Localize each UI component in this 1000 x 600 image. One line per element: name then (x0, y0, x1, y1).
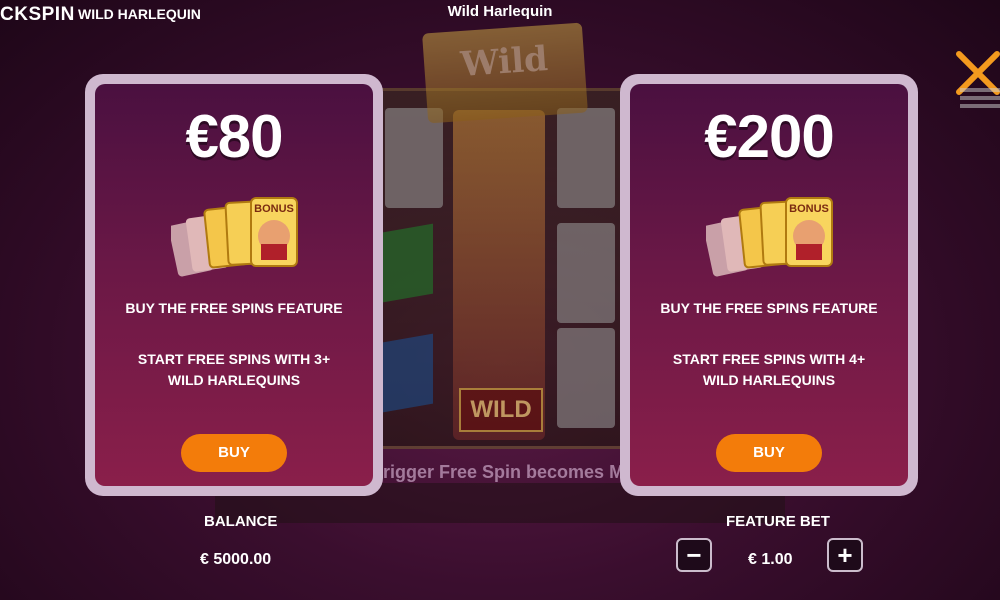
reel-symbol (557, 328, 615, 428)
offer-card-body: €80 BONUS BUY THE FREE SPINS FEATURE STA… (95, 84, 373, 486)
ticker-text: rigger Free Spin becomes M (383, 462, 625, 482)
offer-description: START FREE SPINS WITH 4+ WILD HARLEQUINS (672, 351, 866, 388)
offer-title: BUY THE FREE SPINS FEATURE (660, 300, 878, 316)
wild-label: WILD (459, 388, 543, 432)
top-bar: CKSPIN WILD HARLEQUIN Wild Harlequin (0, 0, 1000, 28)
plus-icon[interactable]: + (827, 538, 863, 572)
offer-price: €200 (704, 103, 834, 170)
reel-symbol (557, 223, 615, 323)
game-logo: Wild (422, 22, 588, 124)
green-gem-symbol (383, 223, 433, 303)
svg-text:BONUS: BONUS (254, 203, 294, 215)
page-title: Wild Harlequin (447, 3, 553, 20)
buy-button-80[interactable]: BUY (181, 434, 287, 472)
feature-bet-value: € 1.00 (748, 551, 793, 568)
feature-bet-label: FEATURE BET (726, 513, 830, 530)
balance-value: € 5000.00 (200, 551, 272, 568)
offer-price: €80 (185, 103, 283, 170)
offer-description: START FREE SPINS WITH 3+ WILD HARLEQUINS (137, 351, 331, 388)
bonus-cards-icon: BONUS (171, 197, 298, 277)
buy-button-200[interactable]: BUY (716, 434, 822, 472)
bonus-cards-icon: BONUS (706, 197, 833, 277)
balance-label: BALANCE (204, 513, 278, 530)
svg-text:BONUS: BONUS (789, 203, 829, 215)
offer-card-80: €80 BONUS BUY THE FREE SPINS FEATURE STA… (85, 74, 383, 496)
minus-icon[interactable]: − (676, 538, 712, 572)
menu-icon[interactable] (958, 80, 1000, 114)
reel-symbol (557, 108, 615, 208)
blue-gem-symbol (383, 333, 433, 413)
offer-card-body: €200 BONUS BUY THE FREE SPINS FEATURE ST… (630, 84, 908, 486)
offer-title: BUY THE FREE SPINS FEATURE (125, 300, 343, 316)
offer-card-200: €200 BONUS BUY THE FREE SPINS FEATURE ST… (620, 74, 918, 496)
